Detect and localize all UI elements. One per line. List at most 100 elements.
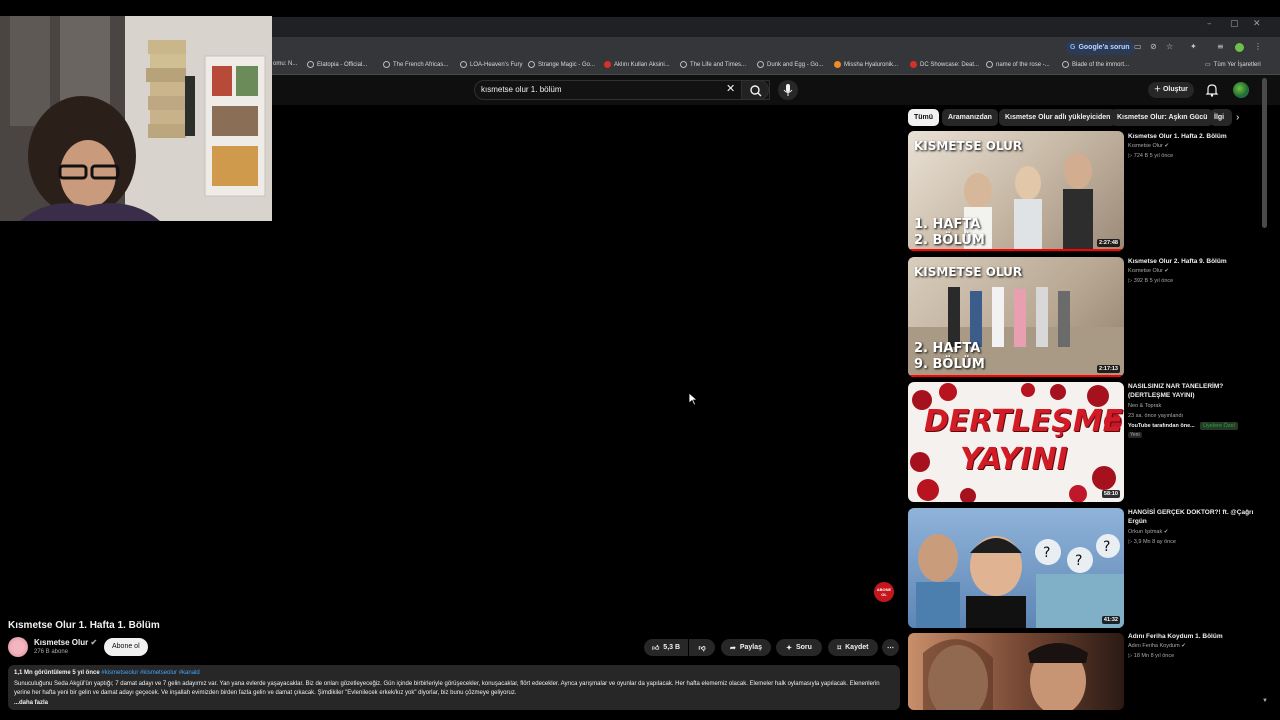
recommendation-title[interactable]: HANGİSİ GERÇEK DOKTOR?! ft. @Çağrı Ergün: [1128, 508, 1256, 526]
youtube-header: [272, 75, 1280, 105]
account-avatar[interactable]: [1233, 82, 1249, 98]
create-label: Oluştur: [1162, 86, 1188, 93]
bookmark-item[interactable]: Dunk and Egg - Go...: [757, 61, 823, 68]
notifications-button[interactable]: [1205, 82, 1219, 98]
recommendation-title[interactable]: Kısmetse Olur 2. Hafta 9. Bölüm: [1128, 257, 1256, 266]
page-background: [272, 105, 900, 221]
chip-from-uploader[interactable]: Kısmetse Olur adlı yükleyiciden: [999, 109, 1117, 126]
site-icon: [910, 61, 917, 68]
ask-button[interactable]: ✦ Soru: [776, 639, 822, 656]
clear-search-icon[interactable]: ✕: [726, 83, 735, 95]
star-icon[interactable]: ☆: [1166, 42, 1173, 51]
chip-all[interactable]: Tümü: [908, 109, 940, 126]
chip-from-search[interactable]: Aramanızdan: [942, 109, 998, 126]
verified-icon: ✔: [90, 638, 98, 647]
maximize-icon[interactable]: ▢: [1230, 19, 1239, 29]
bookmark-item[interactable]: The Life and Times...: [680, 61, 746, 68]
google-problem-button[interactable]: G Google'a sorun: [1066, 41, 1135, 55]
recommendation-title[interactable]: Adını Feriha Koydum 1. Bölüm: [1128, 632, 1256, 641]
recommendation-thumbnail[interactable]: KISMETSE OLUR 1. HAFTA 2. BÖLÜM 2:27:48: [908, 131, 1124, 251]
channel-name[interactable]: Kısmetse Olur ✔: [34, 638, 97, 647]
extensions-icon[interactable]: ✦: [1190, 42, 1197, 51]
close-window-icon[interactable]: ✕: [1253, 19, 1261, 29]
watch-progress-bar: [908, 249, 1124, 251]
share-icon: ➦: [729, 644, 736, 652]
bookmark-item[interactable]: The French Africas...: [383, 61, 448, 68]
recommendation-stats: ▷ 18 Mn 8 yıl önce: [1128, 653, 1175, 659]
bookmark-item[interactable]: DC Showcase: Deat...: [910, 61, 979, 68]
dislike-button[interactable]: 👎︎: [689, 639, 715, 656]
bookmark-item[interactable]: Blade of the immort...: [1062, 61, 1129, 68]
menu-icon[interactable]: ⋮: [1254, 42, 1262, 51]
description-text: Sunuculuğunu Seda Akgül'ün yaptığı; 7 da…: [14, 681, 880, 696]
share-button[interactable]: ➦ Paylaş: [721, 639, 771, 656]
google-icon: G: [1070, 44, 1076, 51]
cast-icon[interactable]: ▭: [1134, 42, 1142, 51]
bookmark-icon: ⌑: [837, 644, 842, 652]
thumbnail-caption-2: YAYINI: [960, 442, 1068, 477]
save-label: Kaydet: [845, 644, 869, 651]
top-bar: [0, 0, 1280, 17]
microphone-icon: [783, 84, 793, 96]
new-badge: Yeni: [1128, 432, 1142, 438]
search-button[interactable]: [741, 80, 769, 100]
globe-icon: [307, 61, 314, 68]
scroll-down-arrow-icon[interactable]: ▼: [1262, 698, 1268, 704]
chip-related[interactable]: İlgi: [1210, 109, 1232, 126]
show-more-link[interactable]: ...daha fazla: [14, 700, 48, 706]
like-button[interactable]: 👍︎ 5,3 B: [644, 639, 688, 656]
webcam-image: [0, 16, 272, 221]
save-button[interactable]: ⌑ Kaydet: [828, 639, 878, 656]
bookmark-item[interactable]: Aklını Kullan Aksini...: [604, 61, 670, 68]
page-scrollbar[interactable]: [1262, 78, 1267, 228]
verified-icon: ✔: [1163, 529, 1169, 535]
recommendation-channel[interactable]: Neo & Toprak: [1128, 403, 1161, 409]
create-button[interactable]: ＋ Oluştur: [1148, 82, 1194, 98]
channel-watermark[interactable]: ABONE OL: [874, 582, 894, 602]
recommendation-channel[interactable]: Kısmetse Olur ✔: [1128, 268, 1169, 274]
bell-icon: [1205, 84, 1219, 97]
globe-icon: [528, 61, 535, 68]
bookmark-item[interactable]: Strange Magic - Go...: [528, 61, 595, 68]
search-query[interactable]: kısmetse olur 1. bölüm: [481, 85, 561, 94]
recommendation-thumbnail[interactable]: [908, 633, 1124, 710]
recommendation-title[interactable]: NASILSINIZ NAR TANELERİM? (DERTLEŞME YAY…: [1128, 382, 1256, 400]
recommendation-thumbnail[interactable]: KISMETSE OLUR 2. HAFTA 9. BÖLÜM 2:17:13: [908, 257, 1124, 377]
voice-search-button[interactable]: [778, 80, 798, 100]
bookmark-item[interactable]: omu: N...: [273, 61, 297, 67]
subscribe-button[interactable]: Abone ol: [104, 638, 148, 656]
thumbnail-image: [923, 639, 1088, 710]
channel-avatar[interactable]: [8, 637, 28, 657]
recommendation-stats: ▷ 392 B 5 yıl önce: [1128, 278, 1174, 284]
all-bookmarks[interactable]: ▭ Tüm Yer İşaretleri: [1205, 61, 1261, 69]
google-problem-label: Google'a sorun: [1078, 44, 1130, 51]
site-icon: [604, 61, 611, 68]
globe-icon: [383, 61, 390, 68]
chip-related-show[interactable]: Kısmetse Olur: Aşkın Gücü: [1111, 109, 1214, 126]
video-player[interactable]: [0, 221, 900, 611]
recommendation-channel[interactable]: Kısmetse Olur ✔: [1128, 143, 1169, 149]
more-actions-button[interactable]: ⋯: [882, 639, 899, 656]
eye-off-icon[interactable]: ⊘: [1150, 42, 1157, 51]
bookmark-item[interactable]: name of the rose -...: [986, 61, 1050, 68]
recommendation-channel[interactable]: Adını Feriha Koydum ✔: [1128, 643, 1186, 649]
bookmark-item[interactable]: Elatopia - Official...: [307, 61, 367, 68]
thumbnail-image: ? ? ?: [916, 534, 1124, 628]
recommendation-title[interactable]: Kısmetse Olur 1. Hafta 2. Bölüm: [1128, 132, 1256, 141]
recommendation-thumbnail[interactable]: ? ? ? 41:32: [908, 508, 1124, 628]
hashtags[interactable]: #kismetseolur #kismetseolur #kanald: [101, 670, 199, 676]
media-icon[interactable]: ≡: [1217, 42, 1224, 51]
bookmark-item[interactable]: LOA-Heaven's Fury: [460, 61, 523, 68]
folder-icon: ▭: [1205, 62, 1211, 68]
recommendation-thumbnail[interactable]: DERTLEŞME YAYINI 58:10: [908, 382, 1124, 502]
recommendation-channel[interactable]: Orkun Işıtmak ✔: [1128, 529, 1168, 535]
search-icon: [750, 85, 762, 97]
minimize-icon[interactable]: –: [1207, 19, 1212, 29]
bookmark-item[interactable]: Missha Hyaluronik...: [834, 61, 898, 68]
video-duration: 2:17:13: [1097, 365, 1120, 373]
webcam-overlay: [0, 16, 272, 221]
profile-icon[interactable]: [1235, 43, 1244, 52]
chevron-right-icon[interactable]: ›: [1236, 112, 1239, 123]
verified-icon: ✔: [1181, 643, 1186, 649]
globe-icon: [986, 61, 993, 68]
